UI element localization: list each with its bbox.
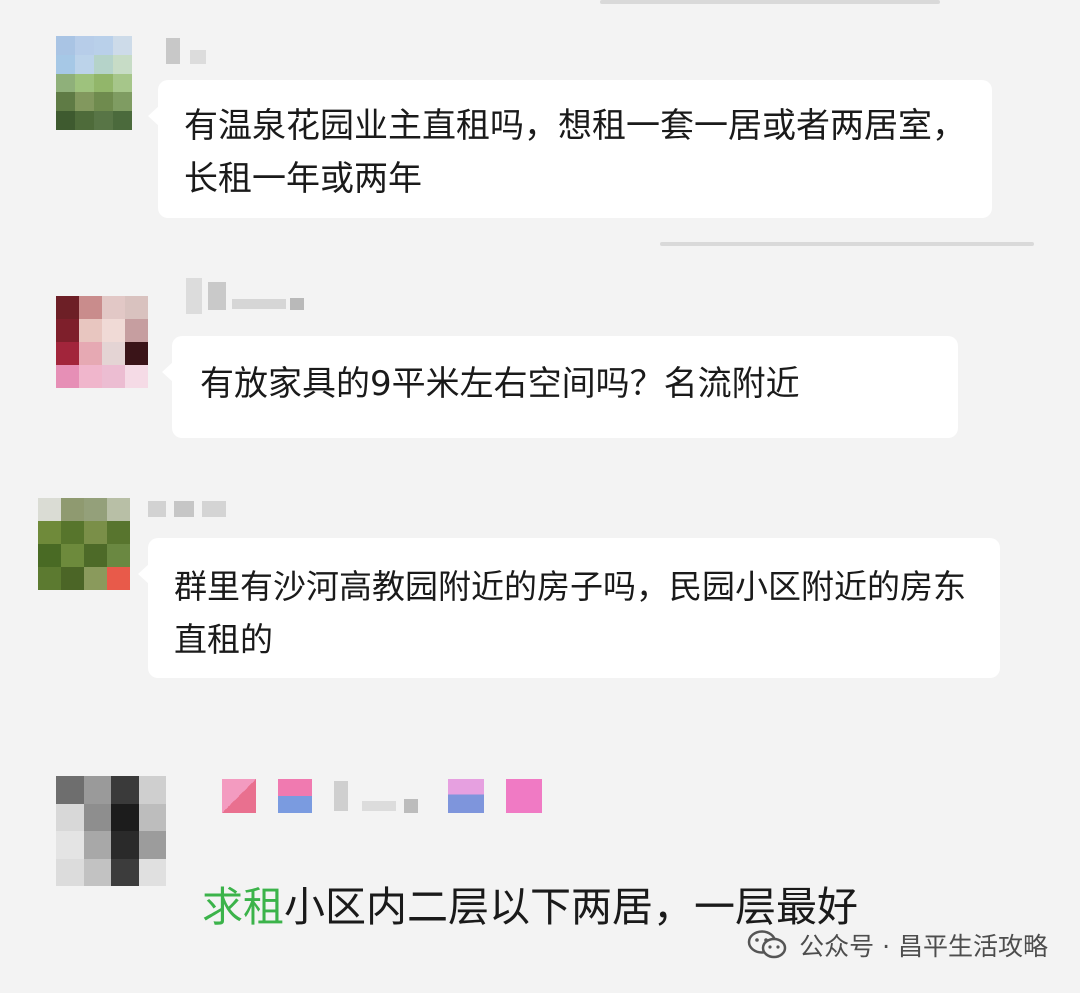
top-divider	[600, 0, 940, 4]
message-text: 群里有沙河高教园附近的房子吗，民园小区附近的房东直租的	[174, 567, 966, 659]
avatar[interactable]	[56, 36, 132, 130]
message-bubble[interactable]: 有温泉花园业主直租吗，想租一套一居或者两居室，长租一年或两年	[148, 80, 992, 218]
message-bubble[interactable]: 有放家具的9平米左右空间吗？名流附近	[162, 336, 958, 438]
message-text: 有放家具的9平米左右空间吗？名流附近	[200, 364, 800, 404]
avatar[interactable]	[56, 296, 148, 388]
time-divider	[660, 242, 1034, 246]
message-tag: 求租	[202, 883, 284, 931]
nickname	[186, 278, 304, 314]
nickname	[166, 38, 206, 64]
message-text: 有温泉花园业主直租吗，想租一套一居或者两居室，长租一年或两年	[184, 106, 966, 199]
avatar[interactable]	[38, 498, 130, 590]
message-text-plain: 求租小区内二层以下两居，一层最好	[202, 882, 858, 932]
wechat-icon	[747, 930, 787, 959]
nickname	[222, 778, 542, 814]
avatar[interactable]	[56, 776, 166, 886]
watermark: 公众号 · 昌平生活攻略	[747, 927, 1048, 963]
watermark-label: 公众号 · 昌平生活攻略	[799, 932, 1048, 961]
nickname	[148, 500, 226, 518]
message-text: 小区内二层以下两居，一层最好	[284, 883, 858, 931]
message-bubble[interactable]: 群里有沙河高教园附近的房子吗，民园小区附近的房东直租的	[138, 538, 1000, 678]
